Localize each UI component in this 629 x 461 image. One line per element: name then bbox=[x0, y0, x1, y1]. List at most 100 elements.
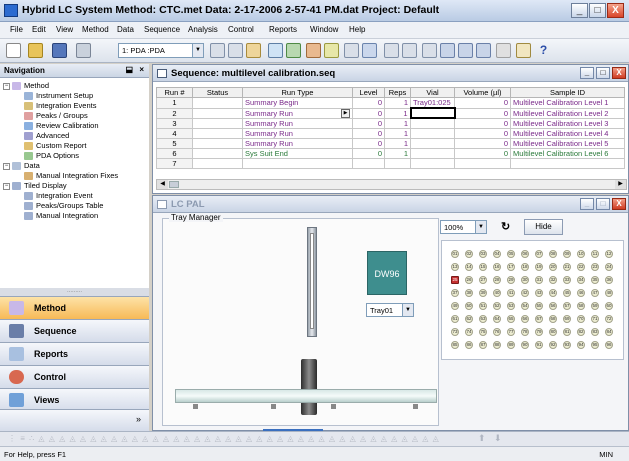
collapse-icon[interactable]: − bbox=[3, 82, 10, 90]
well-25[interactable]: 25 bbox=[451, 276, 459, 284]
open-icon[interactable] bbox=[28, 43, 43, 58]
well-59[interactable]: 59 bbox=[591, 302, 599, 310]
well-34[interactable]: 34 bbox=[577, 276, 585, 284]
integration-icon[interactable] bbox=[306, 43, 321, 58]
close-button[interactable]: X bbox=[607, 3, 624, 18]
reps-cell[interactable]: 1 bbox=[384, 127, 411, 139]
volume-cell[interactable] bbox=[454, 157, 511, 169]
well-31[interactable]: 31 bbox=[535, 276, 543, 284]
well-54[interactable]: 54 bbox=[521, 302, 529, 310]
well-80[interactable]: 80 bbox=[549, 328, 557, 336]
well-72[interactable]: 72 bbox=[605, 315, 613, 323]
sample-id-cell[interactable]: Multilevel Calibration Level 4 bbox=[510, 127, 625, 139]
volume-cell[interactable]: 0 bbox=[454, 97, 511, 109]
run-number-cell[interactable]: 6 bbox=[156, 147, 193, 159]
refresh-icon[interactable]: ↻ bbox=[501, 221, 513, 233]
well-85[interactable]: 85 bbox=[451, 341, 459, 349]
well-83[interactable]: 83 bbox=[591, 328, 599, 336]
well-26[interactable]: 26 bbox=[465, 276, 473, 284]
zoom-icon[interactable] bbox=[384, 43, 399, 58]
run-type-cell[interactable] bbox=[242, 157, 353, 169]
splitter-grip[interactable]: ......... bbox=[0, 288, 149, 296]
run-number-cell[interactable]: 7 bbox=[156, 157, 193, 169]
well-49[interactable]: 49 bbox=[451, 302, 459, 310]
run-type-cell[interactable]: Summary Run bbox=[242, 127, 353, 139]
tray-select[interactable]: Tray01 ▼ bbox=[366, 303, 414, 317]
sample-id-cell[interactable]: Multilevel Calibration Level 1 bbox=[510, 97, 625, 109]
tree-node-instrument-setup[interactable]: Instrument Setup bbox=[24, 91, 93, 101]
maximize-button[interactable]: □ bbox=[589, 3, 606, 18]
menu-edit[interactable]: Edit bbox=[32, 25, 46, 34]
collapse-icon[interactable]: − bbox=[3, 182, 10, 190]
sample-id-cell[interactable]: Multilevel Calibration Level 6 bbox=[510, 147, 625, 159]
well-81[interactable]: 81 bbox=[563, 328, 571, 336]
run-type-cell[interactable]: Summary Begin bbox=[242, 97, 353, 109]
tree-node-manual-integration-fixes[interactable]: Manual Integration Fixes bbox=[24, 171, 118, 181]
tree-node-peaks-groups[interactable]: Peaks / Groups bbox=[24, 111, 88, 121]
well-47[interactable]: 47 bbox=[591, 289, 599, 297]
well-75[interactable]: 75 bbox=[479, 328, 487, 336]
sample-id-cell[interactable] bbox=[510, 157, 625, 169]
tree-node-custom-report[interactable]: Custom Report bbox=[24, 141, 86, 151]
zoom-select[interactable]: 100% ▼ bbox=[440, 220, 487, 234]
run-number-cell[interactable]: 4 bbox=[156, 127, 193, 139]
nav-button-sequence[interactable]: Sequence bbox=[0, 319, 149, 342]
run-type-cell[interactable]: Summary Run bbox=[242, 117, 353, 129]
reps-cell[interactable]: 1 bbox=[384, 97, 411, 109]
scroll-left-icon[interactable]: ◀ bbox=[157, 180, 168, 189]
well-66[interactable]: 66 bbox=[521, 315, 529, 323]
well-18[interactable]: 18 bbox=[521, 263, 529, 271]
horizontal-scrollbar[interactable]: ◀ ▶ bbox=[156, 179, 627, 190]
tree-node-integration-event[interactable]: Integration Event bbox=[24, 191, 93, 201]
nav-button-views[interactable]: Views bbox=[0, 388, 149, 411]
well-36[interactable]: 36 bbox=[605, 276, 613, 284]
well-43[interactable]: 43 bbox=[535, 289, 543, 297]
menu-data[interactable]: Data bbox=[117, 25, 134, 34]
well-15[interactable]: 15 bbox=[479, 263, 487, 271]
well-01[interactable]: 01 bbox=[451, 250, 459, 258]
volume-cell[interactable]: 0 bbox=[454, 127, 511, 139]
well-19[interactable]: 19 bbox=[535, 263, 543, 271]
tree-node-pda-options[interactable]: PDA Options bbox=[24, 151, 79, 161]
well-06[interactable]: 06 bbox=[521, 250, 529, 258]
vial-cell[interactable] bbox=[410, 157, 455, 169]
column-header[interactable]: Level bbox=[352, 87, 385, 98]
well-03[interactable]: 03 bbox=[479, 250, 487, 258]
well-24[interactable]: 24 bbox=[605, 263, 613, 271]
well-17[interactable]: 17 bbox=[507, 263, 515, 271]
well-76[interactable]: 76 bbox=[493, 328, 501, 336]
well-41[interactable]: 41 bbox=[507, 289, 515, 297]
well-51[interactable]: 51 bbox=[479, 302, 487, 310]
menu-analysis[interactable]: Analysis bbox=[188, 25, 218, 34]
table-row[interactable]: 4 Summary Run 0 1 0 Multilevel Calibrati… bbox=[156, 127, 625, 139]
new-icon[interactable] bbox=[6, 43, 21, 58]
nav-button-method[interactable]: Method bbox=[0, 296, 149, 319]
well-69[interactable]: 69 bbox=[563, 315, 571, 323]
well-23[interactable]: 23 bbox=[591, 263, 599, 271]
table-row[interactable]: 1 Summary Begin 0 1 Tray01:025 0 Multile… bbox=[156, 97, 625, 109]
well-05[interactable]: 05 bbox=[507, 250, 515, 258]
well-64[interactable]: 64 bbox=[493, 315, 501, 323]
well-89[interactable]: 89 bbox=[507, 341, 515, 349]
run-type-cell[interactable]: Summary Run ▶ bbox=[242, 107, 353, 119]
status-cell[interactable] bbox=[192, 107, 243, 119]
menu-control[interactable]: Control bbox=[228, 25, 254, 34]
status-cell[interactable] bbox=[192, 117, 243, 129]
status-cell[interactable] bbox=[192, 137, 243, 149]
well-09[interactable]: 09 bbox=[563, 250, 571, 258]
well-11[interactable]: 11 bbox=[591, 250, 599, 258]
volume-cell[interactable]: 0 bbox=[454, 107, 511, 119]
well-86[interactable]: 86 bbox=[465, 341, 473, 349]
well-42[interactable]: 42 bbox=[521, 289, 529, 297]
window-icon[interactable] bbox=[422, 43, 437, 58]
well-87[interactable]: 87 bbox=[479, 341, 487, 349]
dropdown-arrow-icon[interactable]: ▶ bbox=[341, 109, 350, 117]
cut-icon[interactable] bbox=[210, 43, 225, 58]
table-row[interactable]: 5 Summary Run 0 1 0 Multilevel Calibrati… bbox=[156, 137, 625, 149]
well-37[interactable]: 37 bbox=[451, 289, 459, 297]
reps-cell[interactable]: 1 bbox=[384, 147, 411, 159]
well-28[interactable]: 28 bbox=[493, 276, 501, 284]
tree-node-manual-integration[interactable]: Manual Integration bbox=[24, 211, 98, 221]
peaks-icon[interactable] bbox=[324, 43, 339, 58]
reps-cell[interactable] bbox=[384, 157, 411, 169]
